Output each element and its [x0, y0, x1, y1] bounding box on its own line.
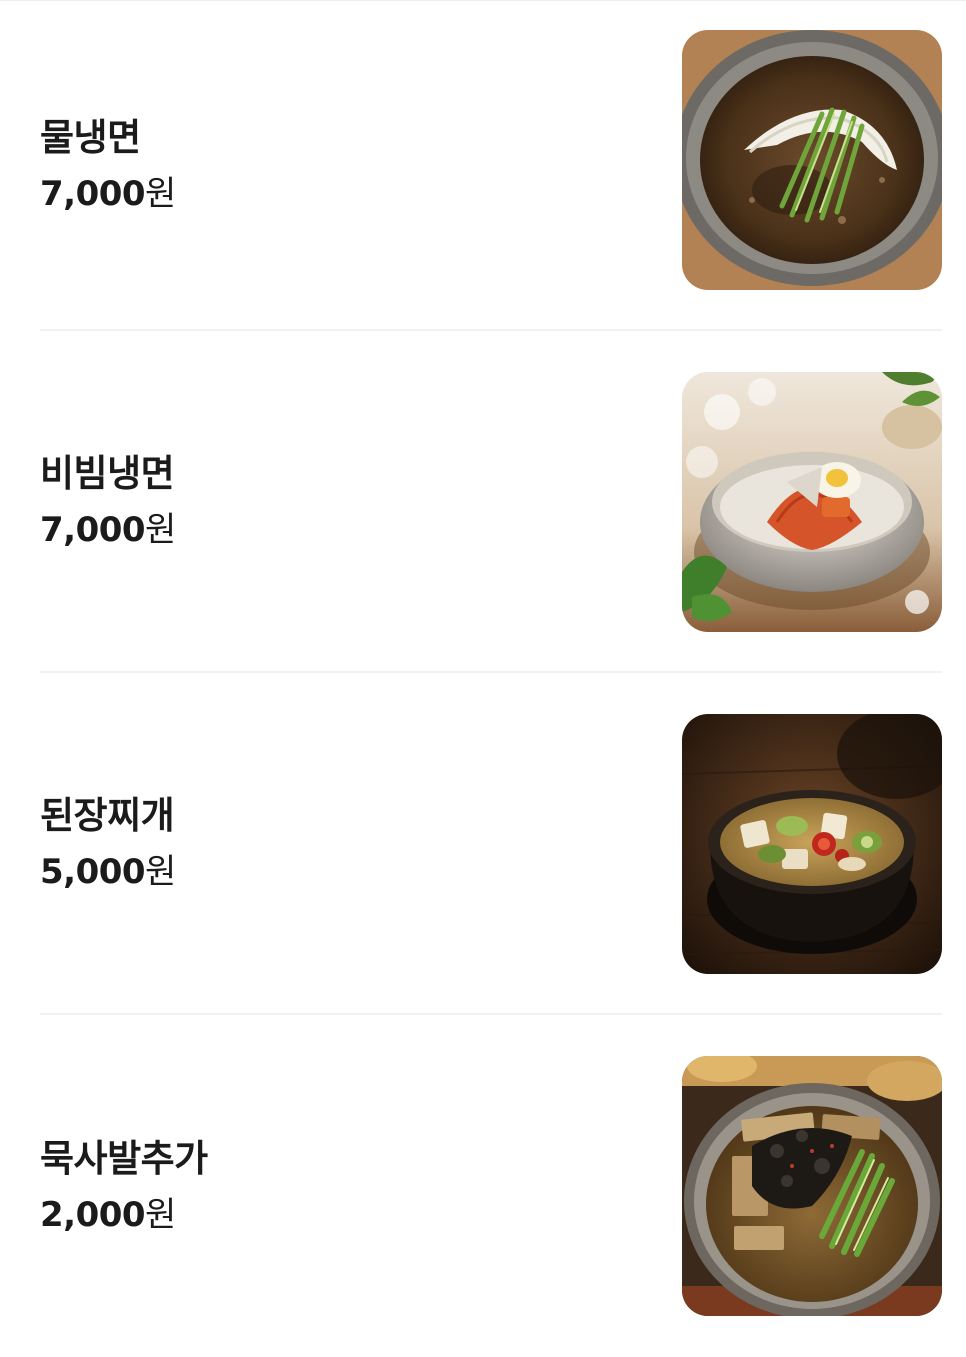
doenjang-jjigae-photo — [682, 714, 942, 974]
menu-item[interactable]: 물냉면 7,000원 — [40, 0, 942, 331]
menu-item-info: 물냉면 7,000원 — [40, 0, 176, 329]
price-unit: 원 — [145, 510, 176, 550]
bibim-naengmyeon-photo — [682, 372, 942, 632]
menu-item-name: 된장찌개 — [40, 794, 175, 837]
menu-item[interactable]: 묵사발추가 2,000원 — [40, 1015, 942, 1357]
menu-item-photo[interactable] — [682, 30, 942, 290]
menu-item-name: 묵사발추가 — [40, 1137, 208, 1180]
menu-item-photo[interactable] — [682, 714, 942, 974]
price-value: 5,000 — [40, 852, 146, 892]
menu-item-info: 된장찌개 5,000원 — [40, 673, 176, 1013]
menu-item-price: 2,000원 — [40, 1194, 208, 1236]
price-value: 7,000 — [40, 510, 146, 550]
menu-item[interactable]: 비빔냉면 7,000원 — [40, 331, 942, 673]
menu-item-photo[interactable] — [682, 372, 942, 632]
menu-item-price: 7,000원 — [40, 173, 176, 215]
menu-item-name: 물냉면 — [40, 115, 141, 159]
menu-item-info: 비빔냉면 7,000원 — [40, 331, 176, 671]
mul-naengmyeon-photo — [682, 30, 942, 290]
menu-item-price: 7,000원 — [40, 509, 176, 551]
price-value: 2,000 — [40, 1195, 146, 1235]
price-unit: 원 — [145, 852, 176, 892]
menu-item-name: 비빔냉면 — [40, 452, 175, 495]
menu-item-price: 5,000원 — [40, 851, 176, 893]
menu-item[interactable]: 된장찌개 5,000원 — [40, 673, 942, 1015]
price-value: 7,000 — [40, 173, 146, 214]
price-unit: 원 — [145, 173, 176, 214]
menu-item-info: 묵사발추가 2,000원 — [40, 1015, 208, 1357]
price-unit: 원 — [145, 1195, 176, 1235]
menu-list: 물냉면 7,000원 비빔냉면 7,000원 된장찌개 5,000원 묵사발추가… — [40, 0, 942, 1357]
menu-item-photo[interactable] — [682, 1056, 942, 1316]
muksabal-photo — [682, 1056, 942, 1316]
